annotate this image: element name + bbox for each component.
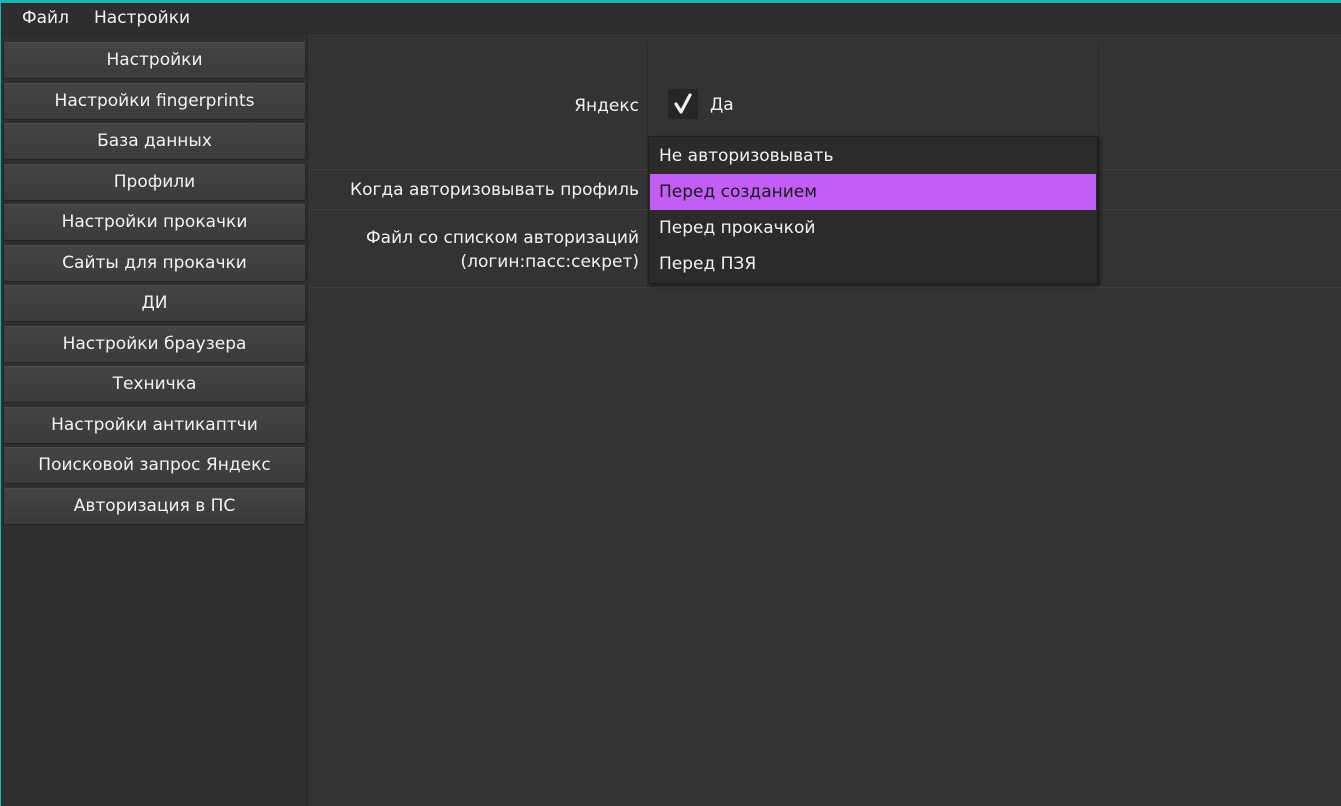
menubar: Файл Настройки <box>1 3 1341 34</box>
dropdown-option-before-create[interactable]: Перед созданием <box>650 174 1096 210</box>
dropdown-option-no-auth[interactable]: Не авторизовывать <box>650 138 1096 174</box>
settings-panel: Яндекс Да Когда авторизовывать профиль Ф… <box>309 34 1341 806</box>
sidebar-item-database[interactable]: База данных <box>3 123 306 160</box>
yandex-checkbox[interactable] <box>668 89 698 119</box>
auth-file-label-line1: Файл со списком авторизаций <box>366 228 639 248</box>
checkmark-icon <box>674 93 692 114</box>
sidebar-item-anticaptcha[interactable]: Настройки антикаптчи <box>3 407 306 444</box>
sidebar-item-settings[interactable]: Настройки <box>3 42 306 79</box>
yandex-label: Яндекс <box>574 96 639 116</box>
when-auth-label: Когда авторизовывать профиль <box>350 180 639 200</box>
sidebar-item-browser-settings[interactable]: Настройки браузера <box>3 326 306 363</box>
dropdown-option-before-pzya[interactable]: Перед ПЗЯ <box>650 246 1096 282</box>
sidebar-item-yandex-query[interactable]: Поисковой запрос Яндекс <box>3 447 306 484</box>
menu-settings[interactable]: Настройки <box>88 3 196 33</box>
yandex-checkbox-label[interactable]: Да <box>710 93 734 117</box>
sidebar-item-fingerprints[interactable]: Настройки fingerprints <box>3 83 306 120</box>
sidebar-item-profiles[interactable]: Профили <box>3 164 306 201</box>
sidebar-item-search-auth[interactable]: Авторизация в ПС <box>3 488 306 525</box>
sidebar-item-boost-sites[interactable]: Сайты для прокачки <box>3 245 306 282</box>
auth-file-label-line2: (логин:пасс:секрет) <box>460 252 639 272</box>
menu-file[interactable]: Файл <box>16 3 75 33</box>
sidebar-item-technical[interactable]: Техничка <box>3 366 306 403</box>
row-divider <box>309 287 1341 288</box>
sidebar-item-boost-settings[interactable]: Настройки прокачки <box>3 204 306 241</box>
auth-timing-dropdown-list[interactable]: Не авторизовывать Перед созданием Перед … <box>648 136 1098 284</box>
sidebar-item-di[interactable]: ДИ <box>3 285 306 322</box>
sidebar: Настройки Настройки fingerprints База да… <box>1 34 308 806</box>
app-window: Файл Настройки Настройки Настройки finge… <box>0 0 1341 806</box>
dropdown-option-before-boost[interactable]: Перед прокачкой <box>650 210 1096 246</box>
